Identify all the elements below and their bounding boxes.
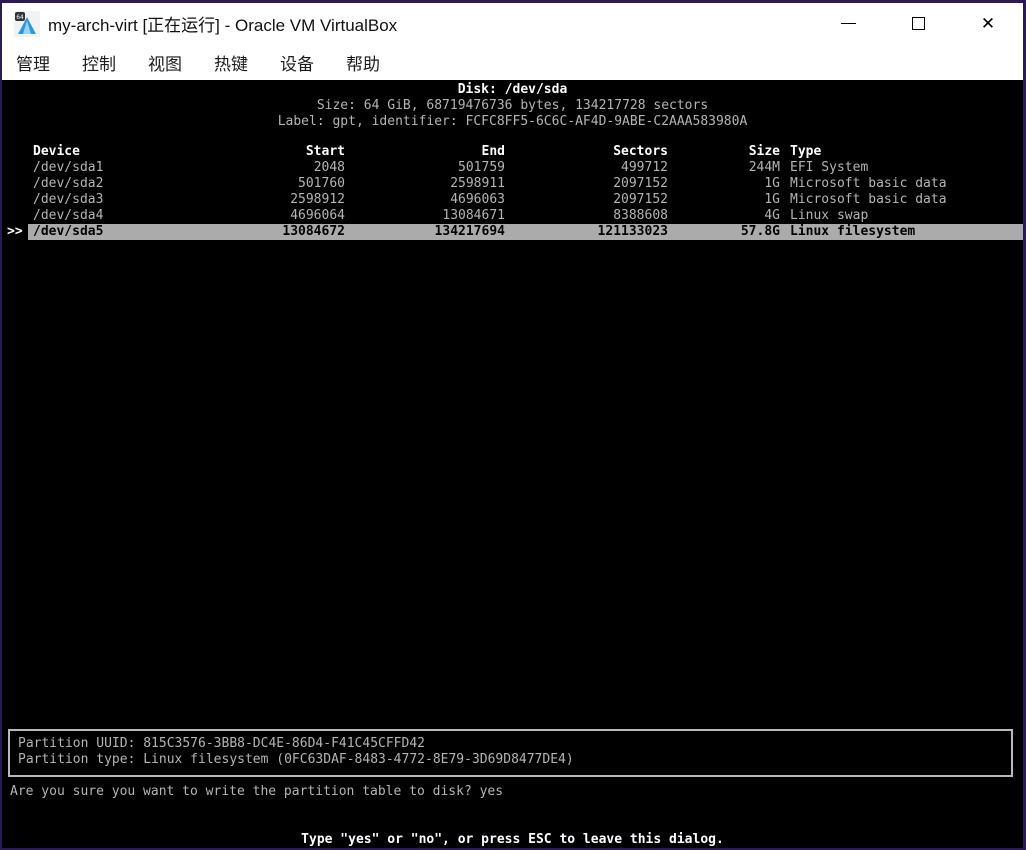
partition-type-line: Partition type: Linux filesystem (0FC63D… [18,752,1011,768]
menubar: 管理 控制 视图 热键 设备 帮助 [2,44,1023,80]
type-cell: Microsoft basic data [780,176,1023,192]
close-button[interactable]: ✕ [953,3,1023,44]
partition-uuid-line: Partition UUID: 815C3576-3BB8-DC4E-86D4-… [18,736,1011,752]
dialog-hint-line: Type "yes" or "no", or press ESC to leav… [2,832,1023,848]
write-confirm-prompt: Are you sure you want to write the parti… [10,784,1023,800]
vm-terminal-screen[interactable]: Disk: /dev/sda Size: 64 GiB, 68719476736… [2,80,1023,848]
end-cell: 4696063 [345,192,505,208]
disk-title-line: Disk: /dev/sda [2,82,1023,98]
header-start: Start [120,144,345,160]
partition-row: /dev/sda2 501760 2598911 2097152 1G Micr… [2,176,1023,192]
device-cell: /dev/sda1 [2,160,120,176]
svg-text:64: 64 [16,14,24,21]
header-type: Type [780,144,1023,160]
size-cell: 244M [668,160,780,176]
minimize-icon [841,23,856,24]
header-end: End [345,144,505,160]
end-cell: 13084671 [345,208,505,224]
menu-help[interactable]: 帮助 [346,46,380,79]
type-cell: Microsoft basic data [780,192,1023,208]
end-cell: 501759 [345,160,505,176]
size-cell: 1G [668,192,780,208]
size-cell: 57.8G [668,224,780,240]
partition-info-box: Partition UUID: 815C3576-3BB8-DC4E-86D4-… [8,729,1013,777]
window-title: my-arch-virt [正在运行] - Oracle VM VirtualB… [48,11,397,36]
disk-size-line: Size: 64 GiB, 68719476736 bytes, 1342177… [2,98,1023,114]
partition-table-header: Device Start End Sectors Size Type [2,144,1023,160]
sectors-cell: 499712 [505,160,668,176]
sectors-cell: 2097152 [505,192,668,208]
maximize-button[interactable] [883,3,953,44]
minimize-button[interactable] [813,3,883,44]
menu-hotkeys[interactable]: 热键 [214,46,248,79]
header-device: Device [2,144,120,160]
partition-row: /dev/sda3 2598912 4696063 2097152 1G Mic… [2,192,1023,208]
menu-devices[interactable]: 设备 [280,46,314,79]
start-cell: 4696064 [120,208,345,224]
size-cell: 1G [668,176,780,192]
device-cell: /dev/sda3 [2,192,120,208]
sectors-cell: 121133023 [505,224,668,240]
window-controls: ✕ [813,3,1023,44]
virtualbox-logo-icon: 64 [14,11,40,37]
sectors-cell: 8388608 [505,208,668,224]
start-cell: 2048 [120,160,345,176]
sectors-cell: 2097152 [505,176,668,192]
device-cell: /dev/sda4 [2,208,120,224]
type-cell: Linux swap [780,208,1023,224]
start-cell: 2598912 [120,192,345,208]
end-cell: 2598911 [345,176,505,192]
menu-control[interactable]: 控制 [82,46,116,79]
type-cell: Linux filesystem [780,224,1023,240]
menu-machine[interactable]: 管理 [16,46,50,79]
close-icon: ✕ [981,15,995,32]
header-size: Size [668,144,780,160]
size-cell: 4G [668,208,780,224]
device-cell: /dev/sda2 [2,176,120,192]
end-cell: 134217694 [345,224,505,240]
header-sectors: Sectors [505,144,668,160]
selection-pointer: >> [7,224,23,240]
virtualbox-window: { "window": { "title": "my-arch-virt [正在… [0,0,1026,850]
titlebar[interactable]: 64 my-arch-virt [正在运行] - Oracle VM Virtu… [2,3,1023,44]
disk-label-line: Label: gpt, identifier: FCFC8FF5-6C6C-AF… [2,114,1023,130]
menu-view[interactable]: 视图 [148,46,182,79]
start-cell: 13084672 [120,224,345,240]
partition-row: /dev/sda4 4696064 13084671 8388608 4G Li… [2,208,1023,224]
type-cell: EFI System [780,160,1023,176]
start-cell: 501760 [120,176,345,192]
maximize-icon [912,17,925,30]
partition-row: /dev/sda1 2048 501759 499712 244M EFI Sy… [2,160,1023,176]
partition-row: /dev/sda5 13084672 134217694 121133023 5… [2,224,1023,240]
